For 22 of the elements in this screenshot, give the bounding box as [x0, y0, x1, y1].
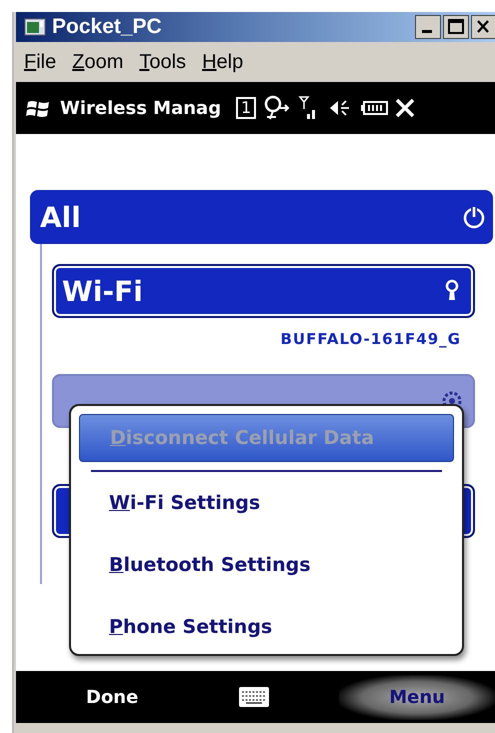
app-icon: [24, 18, 46, 36]
softkey-button[interactable]: Menu: [339, 674, 495, 720]
close-button[interactable]: [471, 15, 495, 39]
section-header[interactable]: All: [30, 190, 493, 244]
window-title: Pocket_PC: [52, 15, 163, 39]
menu-item[interactable]: Help: [202, 50, 244, 74]
menu-item[interactable]: Tools: [139, 50, 186, 74]
power-icon[interactable]: [461, 204, 487, 230]
menu-item[interactable]: Zoom: [72, 50, 124, 74]
network-name[interactable]: BUFFALO-161F49_G: [280, 330, 461, 348]
device-button[interactable]: Wi-Fi: [52, 264, 475, 318]
menu-item[interactable]: Bluetooth Settings: [79, 534, 454, 596]
menu-item[interactable]: Phone Settings: [79, 596, 454, 658]
header-label: All: [40, 200, 81, 234]
minimize-button[interactable]: [415, 15, 441, 39]
notification-count[interactable]: 1: [236, 97, 256, 119]
menu-item[interactable]: Wi-Fi Settings: [79, 472, 454, 534]
maximize-button[interactable]: [443, 15, 469, 39]
app-title: Wireless Manag: [60, 98, 222, 118]
keyboard-icon[interactable]: [238, 686, 270, 708]
menu-item[interactable]: File: [24, 50, 56, 74]
softkey-button[interactable]: Done: [56, 678, 168, 716]
